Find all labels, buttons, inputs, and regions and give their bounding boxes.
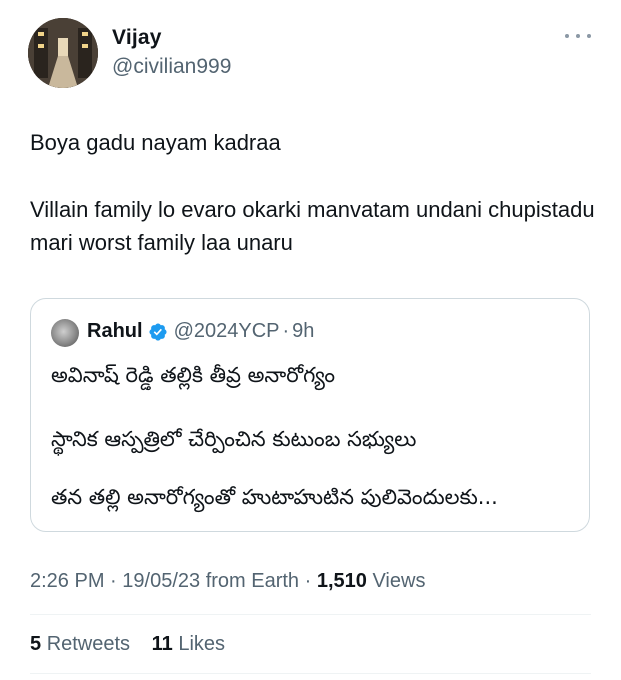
quoted-author-handle: @2024YCP	[173, 320, 280, 342]
separator-dot: ·	[304, 570, 317, 592]
quoted-tweet-time: 9h	[292, 320, 315, 342]
tweet-line: Boya gadu nayam kadraa	[30, 130, 281, 155]
separator-dot: ·	[110, 570, 123, 592]
author-name[interactable]: Vijay	[112, 26, 162, 50]
retweets-label: Retweets	[46, 633, 131, 655]
retweets-stat[interactable]: 5 Retweets	[30, 633, 136, 655]
retweets-count: 5	[30, 633, 42, 655]
verified-badge-icon	[149, 322, 167, 341]
tweet-source: from Earth	[205, 570, 300, 592]
tweet-stats: 5 Retweets 11 Likes	[30, 633, 225, 656]
quoted-line: తన తల్లి అనారోగ్యంతో హుటాహుటిన పులివెందు…	[51, 485, 498, 509]
views-label: Views	[372, 570, 426, 592]
views-count: 1,510	[316, 570, 367, 592]
tweet-time[interactable]: 2:26 PM	[30, 570, 104, 592]
likes-stat[interactable]: 11 Likes	[152, 633, 225, 655]
avatar-image	[28, 18, 98, 88]
separator-dot: ·	[282, 320, 290, 342]
likes-label: Likes	[178, 633, 226, 655]
quoted-author-avatar	[51, 319, 79, 347]
quoted-line: స్థానిక ఆస్పత్రిలో చేర్పించిన కుటుంబ సభ్…	[51, 427, 417, 451]
divider	[30, 614, 591, 615]
divider	[30, 673, 591, 674]
more-icon[interactable]	[565, 26, 591, 46]
quoted-tweet-card[interactable]: Rahul @2024YCP · 9h అవినాష్ రెడ్డి తల్లి…	[30, 298, 590, 532]
quoted-author-name: Rahul	[87, 320, 143, 342]
author-avatar[interactable]	[28, 18, 98, 88]
likes-count: 11	[151, 633, 173, 655]
tweet-date[interactable]: 19/05/23	[122, 570, 200, 592]
quoted-line: అవినాష్ రెడ్డి తల్లికి తీవ్ర అనారోగ్యం	[51, 363, 336, 387]
tweet-text: Boya gadu nayam kadraa Villain family lo…	[30, 126, 600, 259]
tweet-line: Villain family lo evaro okarki manvatam …	[30, 197, 595, 255]
quoted-tweet-header: Rahul @2024YCP · 9h	[87, 320, 314, 343]
tweet-meta: 2:26 PM · 19/05/23 from Earth · 1,510 Vi…	[30, 570, 425, 593]
author-handle[interactable]: @civilian999	[112, 55, 231, 79]
